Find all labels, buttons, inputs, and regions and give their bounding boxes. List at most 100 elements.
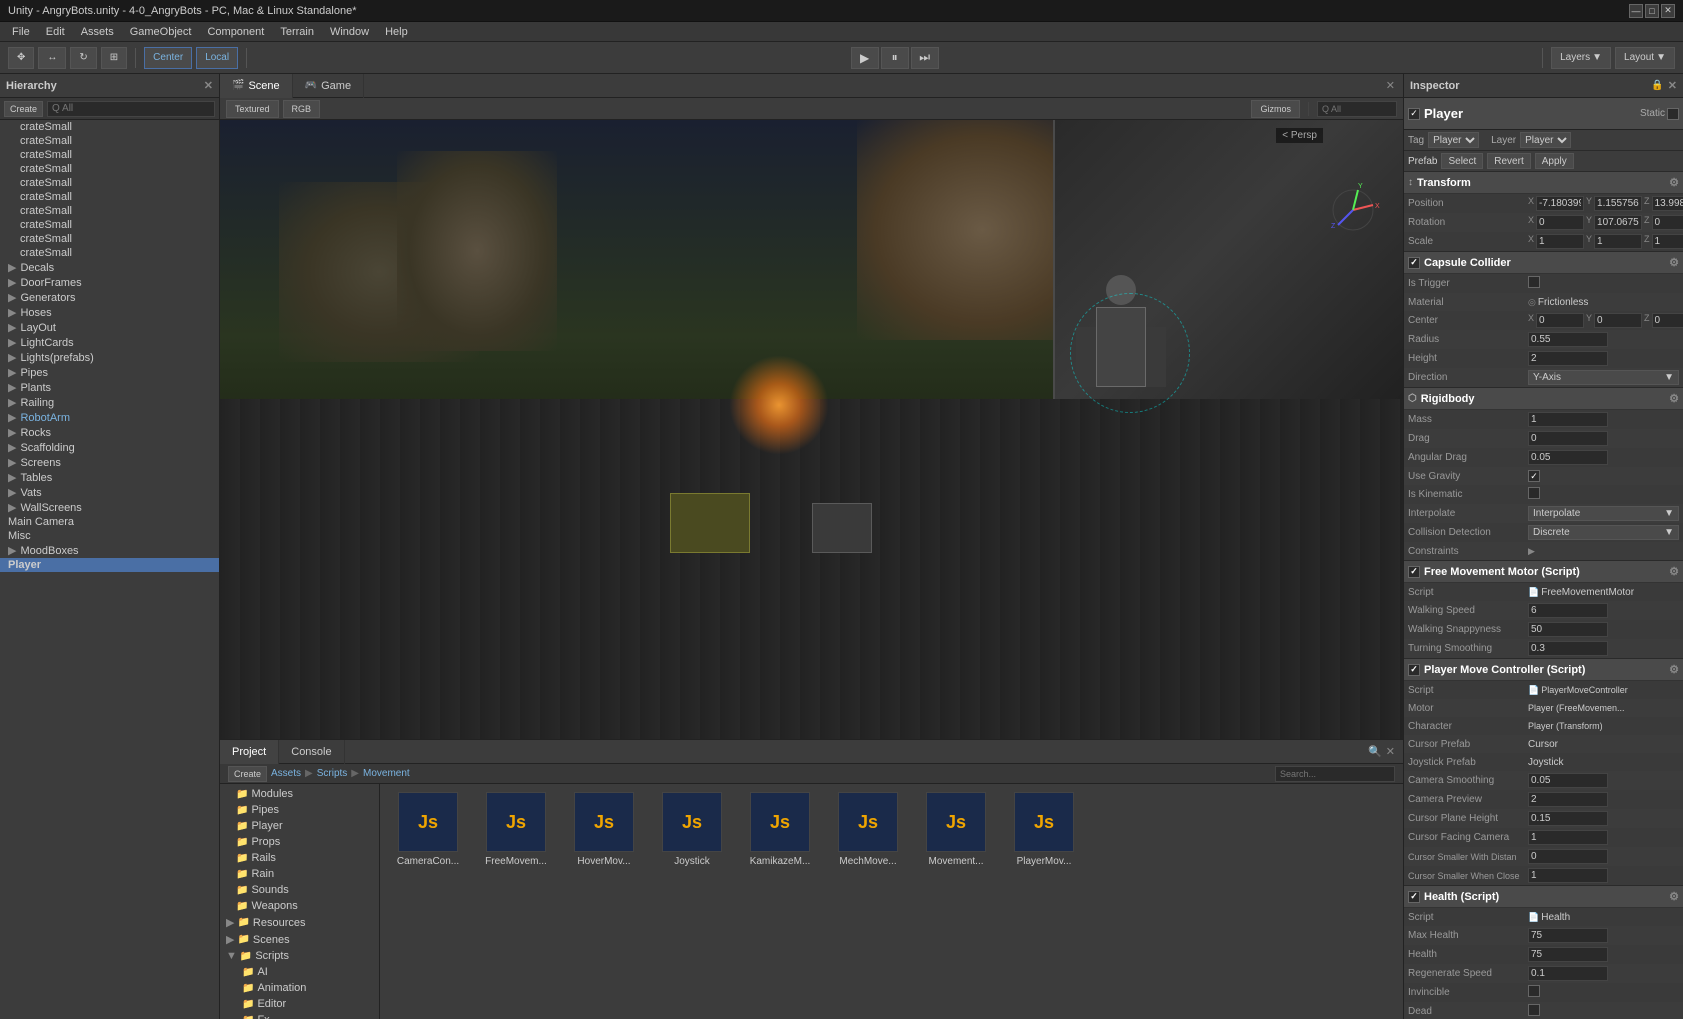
is-trigger-checkbox[interactable] [1528,276,1540,288]
project-create-button[interactable]: Create [228,766,267,782]
hierarchy-item-scaffolding[interactable]: ▶Scaffolding [0,440,219,455]
file-kamikazem[interactable]: Js KamikazeM... [740,792,820,867]
interpolate-dropdown[interactable]: Interpolate▼ [1528,506,1679,521]
file-hovermov[interactable]: Js HoverMov... [564,792,644,867]
inspector-close[interactable]: ✕ [1668,79,1677,92]
health-settings[interactable]: ⚙ [1669,890,1679,903]
lock-button[interactable]: 🔒 [1651,80,1663,91]
dead-checkbox[interactable] [1528,1004,1540,1016]
camera-smoothing-input[interactable] [1528,773,1608,788]
rgb-dropdown[interactable]: RGB [283,100,321,118]
pause-button[interactable]: ⏸ [881,47,909,69]
maximize-button[interactable]: □ [1645,4,1659,18]
revert-button[interactable]: Revert [1487,153,1530,169]
static-checkbox[interactable] [1667,108,1679,120]
file-joystick[interactable]: Js Joystick [652,792,732,867]
hierarchy-item-lightcards[interactable]: ▶LightCards [0,335,219,350]
menu-component[interactable]: Component [199,26,272,38]
play-button[interactable]: ▶ [851,47,879,69]
space-button[interactable]: Local [196,47,238,69]
ptree-player[interactable]: 📁Player [222,818,377,834]
health-enabled[interactable] [1408,891,1420,903]
ptree-animation[interactable]: 📁Animation [222,980,377,996]
hierarchy-item-generators[interactable]: ▶Generators [0,290,219,305]
cursor-smaller-distance-input[interactable] [1528,849,1608,864]
hierarchy-item-doorframes[interactable]: ▶DoorFrames [0,275,219,290]
layout-dropdown[interactable]: Layout▼ [1615,47,1675,69]
player-active-checkbox[interactable] [1408,108,1420,120]
ptree-pipes[interactable]: 📁Pipes [222,802,377,818]
hierarchy-item-moodboxes[interactable]: ▶MoodBoxes [0,543,219,558]
hierarchy-search[interactable] [47,101,215,117]
center-z[interactable] [1652,313,1683,328]
ptree-props[interactable]: 📁Props [222,834,377,850]
list-item[interactable]: crateSmall [0,190,219,204]
tab-game[interactable]: 🎮Game [293,74,364,98]
hierarchy-create-button[interactable]: Create [4,101,43,117]
hierarchy-item-railing[interactable]: ▶Railing [0,395,219,410]
list-item[interactable]: crateSmall [0,134,219,148]
select-button[interactable]: Select [1441,153,1483,169]
ptree-rain[interactable]: 📁Rain [222,866,377,882]
tag-dropdown[interactable]: Player [1428,132,1479,148]
hierarchy-item-rocks[interactable]: ▶Rocks [0,425,219,440]
scene-search[interactable] [1317,101,1397,117]
rot-z[interactable] [1652,215,1683,230]
apply-button[interactable]: Apply [1535,153,1574,169]
hierarchy-item-wallscreens[interactable]: ▶WallScreens [0,500,219,515]
capsule-enabled[interactable] [1408,257,1420,269]
list-item[interactable]: crateSmall [0,176,219,190]
hierarchy-item-robotarm[interactable]: ▶RobotArm [0,410,219,425]
project-search[interactable] [1275,766,1395,782]
walking-speed-input[interactable] [1528,603,1608,618]
center-x[interactable] [1536,313,1584,328]
file-playermov[interactable]: Js PlayerMov... [1004,792,1084,867]
list-item[interactable]: crateSmall [0,218,219,232]
hand-tool[interactable]: ✥ [8,47,34,69]
ptree-scenes[interactable]: ▶ 📁Scenes [222,931,377,948]
hierarchy-item-pipes[interactable]: ▶Pipes [0,365,219,380]
ptree-resources[interactable]: ▶ 📁Resources [222,914,377,931]
health-input[interactable] [1528,947,1608,962]
max-health-input[interactable] [1528,928,1608,943]
cursor-facing-input[interactable] [1528,830,1608,845]
radius-input[interactable] [1528,332,1608,347]
scale-y[interactable] [1594,234,1642,249]
hierarchy-item-tables[interactable]: ▶Tables [0,470,219,485]
persp-label[interactable]: < Persp [1276,128,1323,143]
breadcrumb-assets[interactable]: Assets [271,768,301,779]
free-movement-header[interactable]: Free Movement Motor (Script) ⚙ [1404,561,1683,583]
hierarchy-item-player[interactable]: Player [0,558,219,572]
menu-file[interactable]: File [4,26,38,38]
pmc-enabled[interactable] [1408,664,1420,676]
layers-dropdown[interactable]: Layers▼ [1551,47,1611,69]
hierarchy-item-decals[interactable]: ▶Decals [0,260,219,275]
minimize-button[interactable]: — [1629,4,1643,18]
file-mechmove[interactable]: Js MechMove... [828,792,908,867]
menu-assets[interactable]: Assets [73,26,122,38]
scale-tool[interactable]: ⊞ [101,47,127,69]
hierarchy-item-vats[interactable]: ▶Vats [0,485,219,500]
hierarchy-item-hoses[interactable]: ▶Hoses [0,305,219,320]
layer-dropdown[interactable]: Player [1520,132,1571,148]
mass-input[interactable] [1528,412,1608,427]
hierarchy-item-layout[interactable]: ▶LayOut [0,320,219,335]
tab-project[interactable]: Project [220,740,279,764]
step-button[interactable]: ⏭ [911,47,939,69]
scene-viewport[interactable]: X Y Z < Persp [220,120,1403,739]
use-gravity-checkbox[interactable] [1528,470,1540,482]
is-kinematic-checkbox[interactable] [1528,487,1540,499]
pos-x[interactable] [1536,196,1584,211]
scene-close[interactable]: ✕ [1386,79,1395,92]
close-button[interactable]: ✕ [1661,4,1675,18]
hierarchy-close[interactable]: ✕ [204,79,213,92]
list-item[interactable]: crateSmall [0,148,219,162]
rigidbody-header[interactable]: ⬡ Rigidbody ⚙ [1404,388,1683,410]
menu-terrain[interactable]: Terrain [272,26,322,38]
pivot-button[interactable]: Center [144,47,192,69]
capsule-settings-icon[interactable]: ⚙ [1669,256,1679,269]
file-cameracon[interactable]: Js CameraCon... [388,792,468,867]
move-tool[interactable]: ↔ [38,47,66,69]
hierarchy-item-misc[interactable]: Misc [0,529,219,543]
center-y[interactable] [1594,313,1642,328]
